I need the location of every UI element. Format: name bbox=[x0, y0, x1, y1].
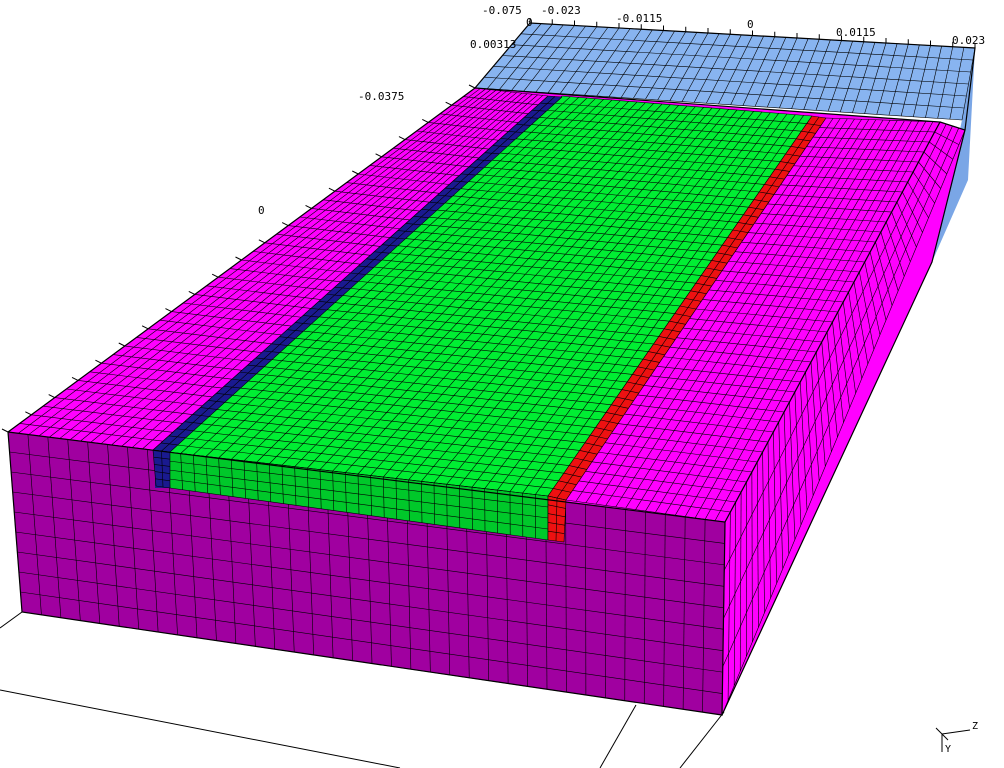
axis-tick-mark bbox=[398, 136, 406, 141]
mesh-viewport[interactable]: -0.075 -0.023 -0.0115 0 0.0115 0.023 0 0… bbox=[0, 0, 1004, 768]
axis-tick-mark bbox=[468, 84, 476, 89]
axis-tick-mark bbox=[258, 239, 266, 244]
axis-tick-mark bbox=[141, 325, 149, 330]
orientation-triad: Z Y bbox=[935, 721, 978, 755]
tick-label-top-a: -0.075 bbox=[482, 4, 522, 17]
axis-tick-mark bbox=[445, 101, 452, 106]
tick-label-top-g: 0 bbox=[526, 16, 533, 29]
tick-label-top-b: -0.023 bbox=[541, 4, 581, 17]
axis-tick-mark bbox=[281, 222, 289, 227]
tick-label-top-d: 0 bbox=[747, 18, 754, 31]
triad-y-label: Y bbox=[945, 744, 951, 755]
axis-tick-mark bbox=[352, 170, 359, 175]
axis-tick-mark bbox=[211, 273, 219, 278]
axis-tick-mark bbox=[118, 342, 125, 347]
tick-label-left-a: 0.00313 bbox=[470, 38, 516, 51]
axis-tick-mark bbox=[328, 187, 336, 192]
axis-tick-mark bbox=[375, 153, 382, 158]
axis-tick-mark bbox=[165, 308, 172, 313]
axis-tick-mark bbox=[25, 411, 32, 416]
triad-z-label: Z bbox=[972, 721, 978, 732]
tick-label-left-b: -0.0375 bbox=[358, 90, 404, 103]
tick-label-top-c: -0.0115 bbox=[616, 12, 662, 25]
axis-tick-mark bbox=[1, 428, 9, 433]
axis-tick-mark bbox=[48, 394, 55, 399]
axis-tick-mark bbox=[422, 118, 429, 123]
axis-tick-mark bbox=[235, 256, 242, 261]
axis-tick-mark bbox=[71, 376, 79, 381]
axis-tick-mark bbox=[95, 359, 102, 364]
axis-tick-mark bbox=[305, 204, 312, 209]
tick-label-top-e: 0.0115 bbox=[836, 26, 876, 39]
axis-tick-mark bbox=[188, 290, 196, 295]
tick-label-left-c: 0 bbox=[258, 204, 265, 217]
tick-label-top-f: 0.023 bbox=[952, 34, 985, 47]
